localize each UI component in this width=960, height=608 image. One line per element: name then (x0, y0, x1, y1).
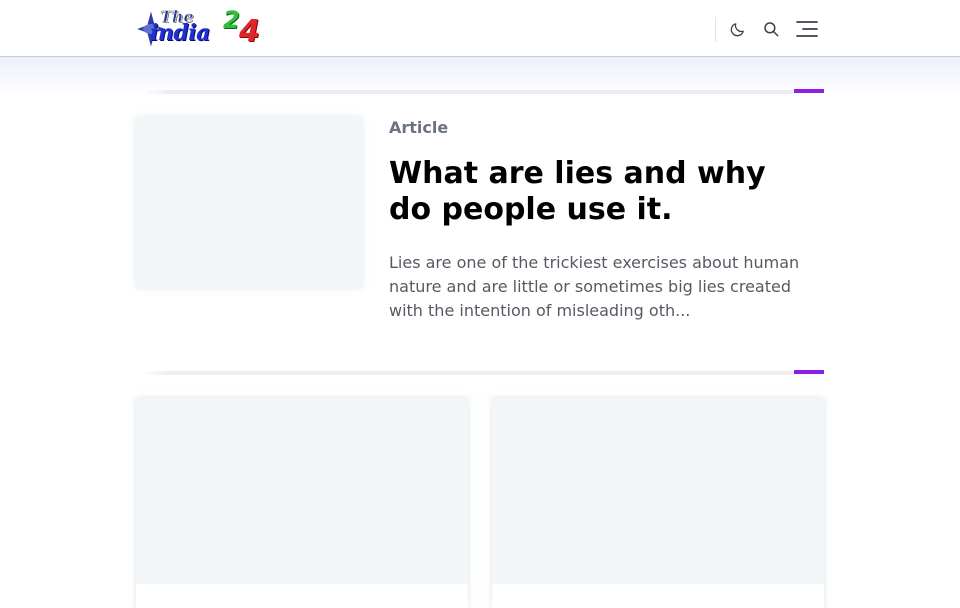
separator-accent (794, 370, 824, 374)
article-card-thumbnail (492, 398, 824, 584)
search-button[interactable] (759, 17, 783, 41)
section-separator (136, 89, 824, 94)
featured-article-category[interactable]: Article (389, 118, 448, 138)
theme-toggle-button[interactable] (725, 17, 749, 41)
logo-digit-four: 4 (239, 14, 260, 49)
logo-digit-two: 2 (223, 6, 240, 34)
article-card[interactable] (492, 398, 824, 608)
menu-icon (796, 21, 818, 37)
header-divider (715, 17, 716, 42)
separator-line (142, 371, 794, 375)
site-logo[interactable]: The india 2 4 (136, 6, 272, 50)
site-header: The india 2 4 (0, 0, 960, 57)
featured-article-title[interactable]: What are lies and why do people use it. (389, 156, 809, 228)
menu-button[interactable] (794, 17, 820, 41)
section-separator (136, 370, 824, 375)
article-card-thumbnail (136, 398, 468, 584)
article-card[interactable] (136, 398, 468, 608)
logo-india-text: india (150, 20, 210, 46)
featured-article-thumbnail[interactable] (136, 117, 362, 288)
separator-line (142, 90, 794, 94)
search-icon (764, 22, 779, 37)
separator-accent (794, 89, 824, 93)
moon-icon (730, 22, 744, 36)
featured-article-excerpt: Lies are one of the trickiest exercises … (389, 253, 800, 320)
